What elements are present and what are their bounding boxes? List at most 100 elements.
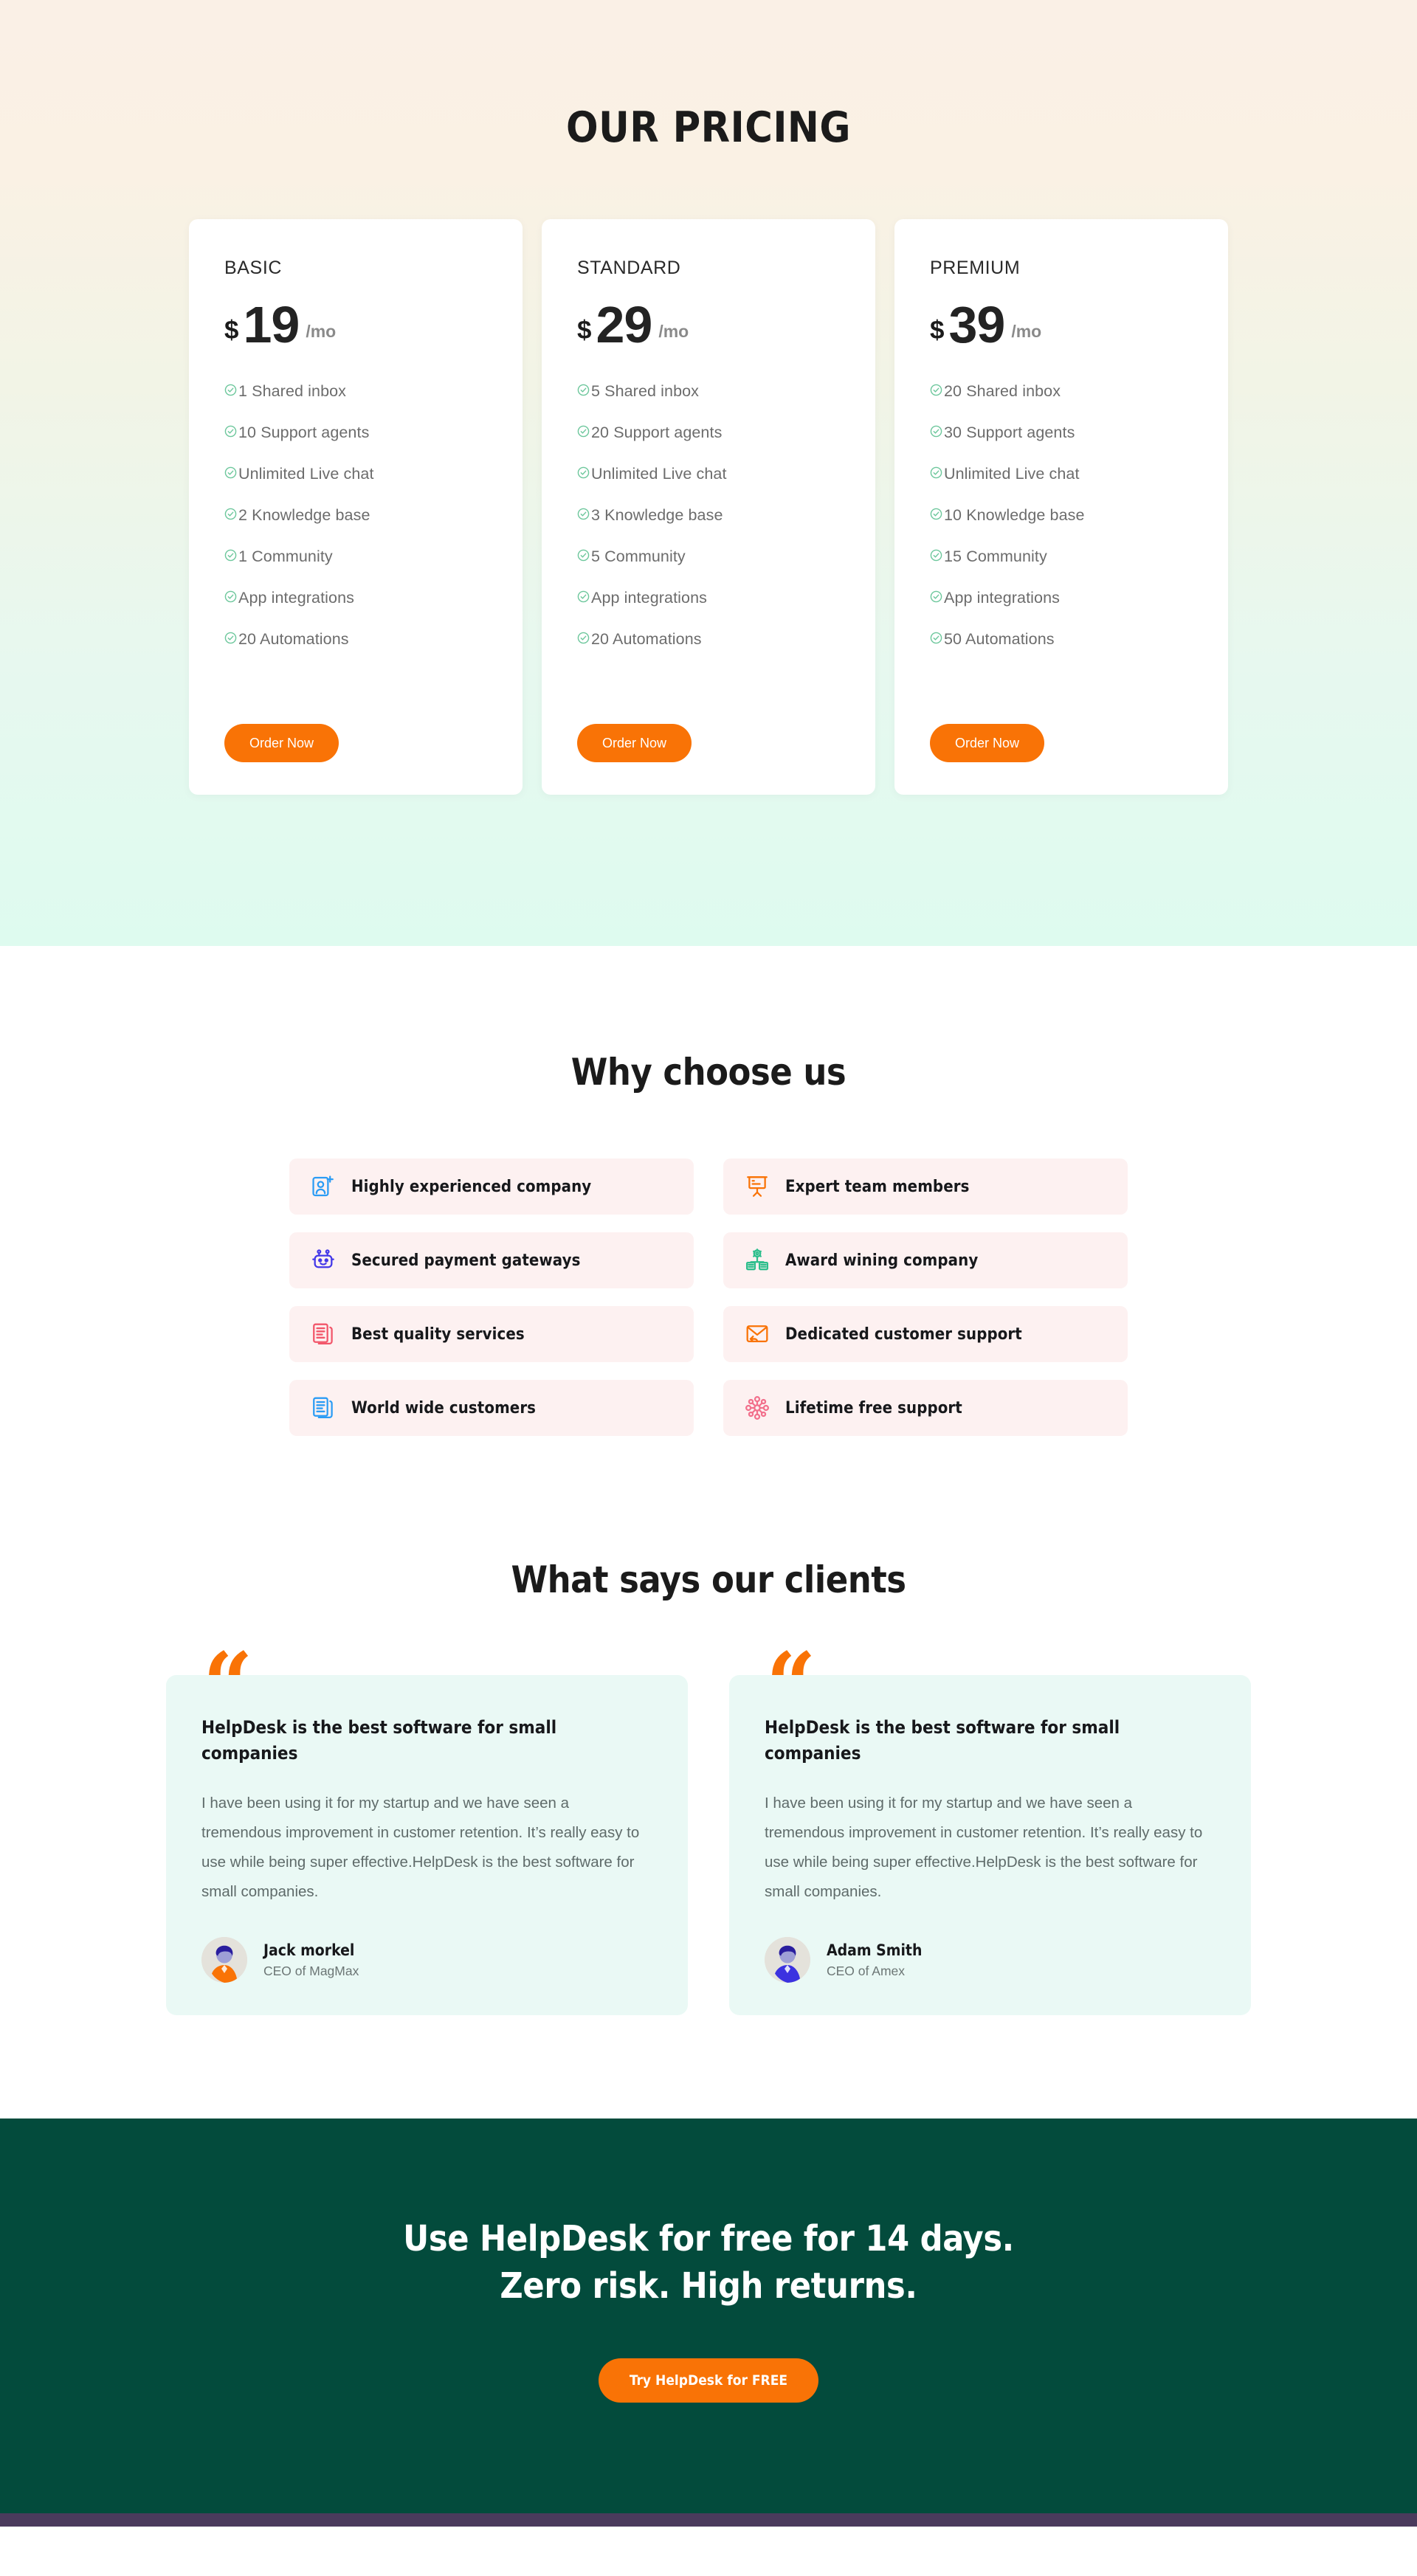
feature-label: 15 Community bbox=[944, 548, 1047, 566]
check-circle-icon bbox=[577, 506, 591, 525]
feature-item: App integrations bbox=[224, 589, 487, 607]
feature-label: 5 Community bbox=[591, 548, 686, 566]
check-circle-icon bbox=[930, 589, 944, 607]
feature-item: 3 Knowledge base bbox=[577, 506, 840, 525]
feature-item: 2 Knowledge base bbox=[224, 506, 487, 525]
feature-item: Unlimited Live chat bbox=[577, 465, 840, 483]
why-feature-card[interactable]: Secured payment gateways bbox=[289, 1232, 694, 1288]
why-feature-label: Dedicated customer support bbox=[785, 1325, 1022, 1344]
check-circle-icon bbox=[577, 630, 591, 649]
testimonial-author: Adam Smith CEO of Amex bbox=[765, 1937, 1216, 1983]
feature-label: App integrations bbox=[238, 589, 354, 607]
check-circle-icon bbox=[224, 382, 238, 401]
cta-headline-line-1: Use HelpDesk for free for 14 days. bbox=[403, 2218, 1014, 2260]
why-feature-card[interactable]: Award wining company bbox=[723, 1232, 1128, 1288]
feature-item: App integrations bbox=[930, 589, 1193, 607]
gear-money-icon bbox=[744, 1247, 770, 1274]
check-circle-icon bbox=[577, 589, 591, 607]
testimonial-body: I have been using it for my startup and … bbox=[765, 1794, 1203, 1900]
testimonial-body: I have been using it for my startup and … bbox=[201, 1794, 640, 1900]
check-circle-icon bbox=[930, 382, 944, 401]
why-feature-card[interactable]: World wide customers bbox=[289, 1380, 694, 1436]
author-role: CEO of MagMax bbox=[263, 1963, 359, 1978]
feature-label: 3 Knowledge base bbox=[591, 506, 723, 525]
feature-label: 10 Knowledge base bbox=[944, 506, 1085, 525]
plan-name: PREMIUM bbox=[930, 258, 1021, 278]
price-amount: 19 bbox=[243, 296, 300, 353]
why-feature-card[interactable]: Expert team members bbox=[723, 1158, 1128, 1215]
why-feature-card[interactable]: Dedicated customer support bbox=[723, 1306, 1128, 1362]
feature-item: 20 Shared inbox bbox=[930, 382, 1193, 401]
feature-item: 15 Community bbox=[930, 548, 1193, 566]
price-row: $39/mo bbox=[930, 296, 1193, 353]
feature-list: 5 Shared inbox 20 Support agents Unlimited… bbox=[577, 382, 840, 702]
feature-label: App integrations bbox=[944, 589, 1060, 607]
author-name: Jack morkel bbox=[263, 1941, 355, 1959]
feature-label: 2 Knowledge base bbox=[238, 506, 370, 525]
feature-label: Unlimited Live chat bbox=[238, 465, 374, 483]
quote-mark-icon: “ bbox=[766, 1633, 816, 1736]
currency-symbol: $ bbox=[577, 316, 592, 345]
feature-label: 20 Automations bbox=[591, 630, 702, 649]
feature-item: Unlimited Live chat bbox=[930, 465, 1193, 483]
testimonial-list: “HelpDesk is the best software for small… bbox=[166, 1641, 1251, 2016]
price-amount: 39 bbox=[948, 296, 1005, 353]
try-free-button[interactable]: Try HelpDesk for FREE bbox=[598, 2358, 819, 2403]
feature-item: 5 Community bbox=[577, 548, 840, 566]
feature-label: 1 Shared inbox bbox=[238, 382, 347, 401]
pricing-card-list: BASIC $19/mo 1 Shared inbox 10 Support agen… bbox=[0, 219, 1417, 795]
why-feature-label: Highly experienced company bbox=[351, 1177, 592, 1196]
check-circle-icon bbox=[224, 589, 238, 607]
testimonial-heading: HelpDesk is the best software for small … bbox=[201, 1717, 557, 1764]
why-feature-label: Lifetime free support bbox=[785, 1398, 962, 1418]
feature-label: Unlimited Live chat bbox=[591, 465, 727, 483]
pricing-card: PREMIUM $39/mo 20 Shared inbox 30 Support a… bbox=[894, 219, 1228, 795]
price-amount: 29 bbox=[596, 296, 652, 353]
why-choose-us-section: Why choose us Highly experienced company… bbox=[0, 946, 1417, 1436]
feature-item: 10 Knowledge base bbox=[930, 506, 1193, 525]
check-circle-icon bbox=[224, 630, 238, 649]
why-feature-label: Best quality services bbox=[351, 1325, 525, 1344]
why-feature-label: Award wining company bbox=[785, 1251, 979, 1270]
currency-symbol: $ bbox=[930, 316, 945, 345]
check-circle-icon bbox=[930, 424, 944, 442]
check-circle-icon bbox=[224, 424, 238, 442]
order-now-button[interactable]: Order Now bbox=[930, 724, 1045, 762]
add-user-icon bbox=[310, 1173, 337, 1200]
price-row: $29/mo bbox=[577, 296, 840, 353]
feature-item: 20 Automations bbox=[577, 630, 840, 649]
why-feature-label: Expert team members bbox=[785, 1177, 970, 1196]
why-feature-card[interactable]: Highly experienced company bbox=[289, 1158, 694, 1215]
why-feature-label: Secured payment gateways bbox=[351, 1251, 581, 1270]
feature-item: 1 Community bbox=[224, 548, 487, 566]
bottom-strip bbox=[0, 2513, 1417, 2527]
check-circle-icon bbox=[930, 506, 944, 525]
why-feature-label: World wide customers bbox=[351, 1398, 537, 1418]
feature-list: 1 Shared inbox 10 Support agents Unlimited… bbox=[224, 382, 487, 702]
check-circle-icon bbox=[577, 548, 591, 566]
plan-name: BASIC bbox=[224, 258, 283, 278]
pricing-section: OUR PRICING BASIC $19/mo 1 Shared inbox 10 … bbox=[0, 0, 1417, 946]
mail-reply-icon bbox=[744, 1321, 770, 1347]
testimonials-section: What says our clients “HelpDesk is the b… bbox=[0, 1436, 1417, 2119]
cta-section: Use HelpDesk for free for 14 days. Zero … bbox=[0, 2119, 1417, 2514]
order-now-button[interactable]: Order Now bbox=[577, 724, 692, 762]
avatar bbox=[765, 1937, 810, 1983]
why-feature-card[interactable]: Lifetime free support bbox=[723, 1380, 1128, 1436]
feature-item: Unlimited Live chat bbox=[224, 465, 487, 483]
check-circle-icon bbox=[577, 424, 591, 442]
order-now-button[interactable]: Order Now bbox=[224, 724, 339, 762]
testimonial-card: “HelpDesk is the best software for small… bbox=[729, 1641, 1251, 2016]
why-feature-card[interactable]: Best quality services bbox=[289, 1306, 694, 1362]
feature-item: 1 Shared inbox bbox=[224, 382, 487, 401]
robot-icon bbox=[310, 1247, 337, 1274]
feature-label: 50 Automations bbox=[944, 630, 1055, 649]
check-circle-icon bbox=[577, 465, 591, 483]
pricing-card: STANDARD $29/mo 5 Shared inbox 20 Support a… bbox=[542, 219, 875, 795]
check-circle-icon bbox=[224, 465, 238, 483]
page-title: OUR PRICING bbox=[566, 103, 851, 152]
check-circle-icon bbox=[930, 630, 944, 649]
feature-item: 20 Support agents bbox=[577, 424, 840, 442]
feature-label: 5 Shared inbox bbox=[591, 382, 700, 401]
feature-label: App integrations bbox=[591, 589, 707, 607]
